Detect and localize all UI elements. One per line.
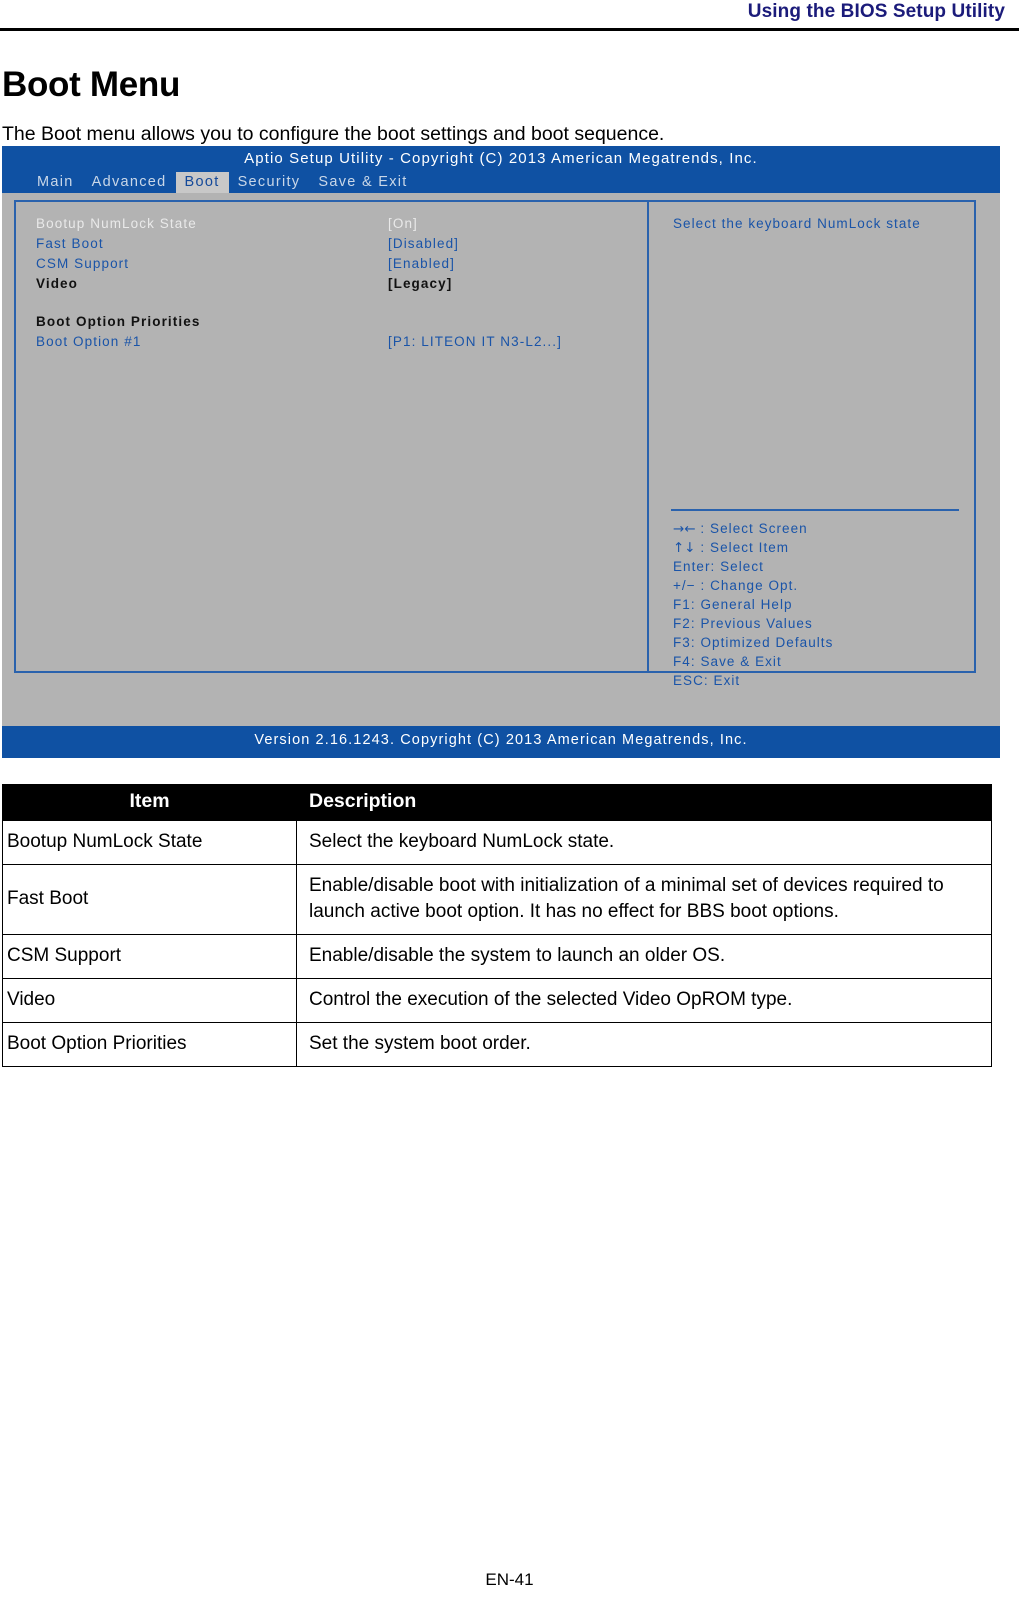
table-cell-description: Select the keyboard NumLock state. [296, 820, 992, 865]
section-intro-text: The Boot menu allows you to configure th… [2, 122, 665, 145]
bios-help-pane: Select the keyboard NumLock state →← : S… [661, 202, 974, 688]
bios-titlebar: Aptio Setup Utility - Copyright (C) 2013… [2, 146, 1000, 193]
setting-row-video[interactable]: Video [Legacy] [36, 274, 636, 294]
header-rule [0, 28, 1019, 31]
key-legend-label: : Select Item [695, 540, 790, 555]
page-running-header: Using the BIOS Setup Utility [0, 0, 1019, 34]
table-row: CSM Support Enable/disable the system to… [2, 934, 992, 979]
setting-value[interactable]: [On] [388, 214, 418, 234]
page-number: EN-41 [485, 1570, 534, 1589]
boot-option-priorities-heading: Boot Option Priorities [36, 314, 201, 329]
bios-settings-list: Bootup NumLock State [On] Fast Boot [Dis… [36, 214, 636, 352]
settings-spacer [36, 294, 636, 312]
table-cell-description: Enable/disable boot with initialization … [296, 864, 992, 935]
bios-tab-security[interactable]: Security [229, 172, 310, 193]
setting-label: Bootup NumLock State [36, 216, 197, 231]
table-cell-description: Control the execution of the selected Vi… [296, 978, 992, 1023]
bios-tab-save-exit[interactable]: Save & Exit [309, 172, 416, 193]
key-legend-f1-general-help: F1: General Help [673, 597, 793, 612]
running-header-title: Using the BIOS Setup Utility [747, 1, 1005, 22]
table-cell-item: Fast Boot [2, 864, 297, 935]
key-legend-enter-select: Enter: Select [673, 559, 764, 574]
bios-title-text: Aptio Setup Utility - Copyright (C) 2013… [244, 150, 758, 167]
table-cell-description: Enable/disable the system to launch an o… [296, 934, 992, 979]
arrow-up-down-icon: ↑↓ [673, 540, 696, 556]
setting-label: Fast Boot [36, 236, 104, 251]
setting-label: CSM Support [36, 256, 130, 271]
table-header-item: Item [2, 784, 297, 821]
page-title: Boot Menu [2, 65, 181, 105]
key-legend-select-item: ↑↓ : Select Item [673, 538, 963, 557]
setting-value[interactable]: [Legacy] [388, 274, 452, 294]
bios-menubar[interactable]: Main Advanced Boot Security Save & Exit [28, 172, 417, 193]
arrow-left-right-icon: →← [673, 521, 696, 537]
key-legend-esc-exit: ESC: Exit [673, 673, 741, 688]
table-cell-description: Set the system boot order. [296, 1022, 992, 1067]
setting-value[interactable]: [Disabled] [388, 234, 459, 254]
setting-row-csm-support[interactable]: CSM Support [Enabled] [36, 254, 636, 274]
key-legend-f4-save-exit: F4: Save & Exit [673, 654, 782, 669]
key-legend-f2-previous-values: F2: Previous Values [673, 616, 813, 631]
table-row: Video Control the execution of the selec… [2, 978, 992, 1023]
table-row: Boot Option Priorities Set the system bo… [2, 1022, 992, 1067]
bios-screenshot: Aptio Setup Utility - Copyright (C) 2013… [2, 146, 1000, 758]
bios-help-separator [671, 509, 959, 511]
key-legend-change-opt: +/− : Change Opt. [673, 578, 799, 593]
bios-tab-advanced[interactable]: Advanced [83, 172, 176, 193]
item-description-table: Item Description Bootup NumLock State Se… [2, 784, 992, 1067]
bios-pane-divider [647, 202, 649, 671]
bios-version-text: Version 2.16.1243. Copyright (C) 2013 Am… [254, 732, 748, 748]
setting-row-bootup-numlock-state[interactable]: Bootup NumLock State [On] [36, 214, 636, 234]
bios-footerbar: Version 2.16.1243. Copyright (C) 2013 Am… [2, 726, 1000, 758]
setting-value[interactable]: [Enabled] [388, 254, 455, 274]
bios-tab-boot[interactable]: Boot [175, 172, 229, 193]
setting-value[interactable]: [P1: LITEON IT N3-L2...] [388, 332, 562, 352]
bios-tab-main[interactable]: Main [28, 172, 83, 193]
table-row: Bootup NumLock State Select the keyboard… [2, 820, 992, 865]
key-legend-label: : Select Screen [695, 521, 808, 536]
table-header-row: Item Description [2, 784, 992, 821]
table-cell-item: Bootup NumLock State [2, 820, 297, 865]
setting-row-boot-option-1[interactable]: Boot Option #1 [P1: LITEON IT N3-L2...] [36, 332, 636, 352]
bios-key-legend: →← : Select Screen ↑↓ : Select Item Ente… [673, 519, 963, 690]
table-cell-item: CSM Support [2, 934, 297, 979]
table-row: Fast Boot Enable/disable boot with initi… [2, 864, 992, 935]
setting-label: Boot Option #1 [36, 334, 142, 349]
bios-help-text: Select the keyboard NumLock state [673, 216, 921, 231]
table-cell-item: Boot Option Priorities [2, 1022, 297, 1067]
table-header-description: Description [296, 784, 992, 821]
table-cell-item: Video [2, 978, 297, 1023]
setting-label: Video [36, 276, 79, 291]
bios-body-panel: Bootup NumLock State [On] Fast Boot [Dis… [14, 200, 976, 688]
key-legend-f3-optimized-defaults: F3: Optimized Defaults [673, 635, 834, 650]
setting-row-fast-boot[interactable]: Fast Boot [Disabled] [36, 234, 636, 254]
key-legend-select-screen: →← : Select Screen [673, 519, 963, 538]
